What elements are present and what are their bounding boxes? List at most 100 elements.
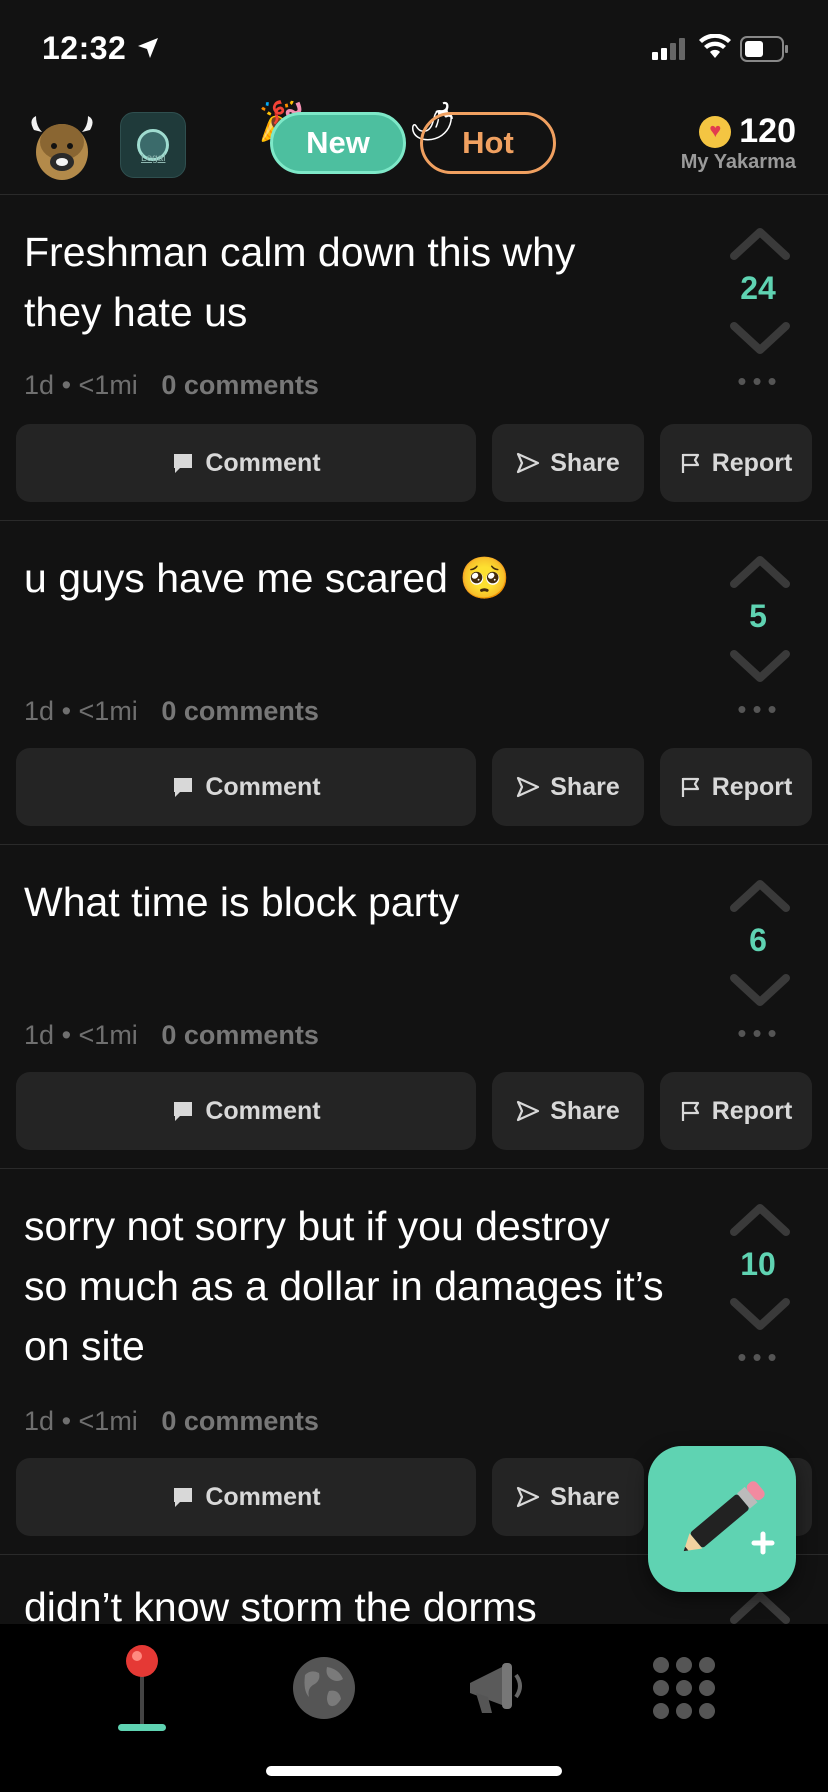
upvote-chevron-icon[interactable] [730,1588,790,1624]
meta-separator: • [61,370,72,400]
comment-button-label: Comment [205,1096,321,1125]
downvote-chevron-icon[interactable] [730,1298,790,1334]
more-options-icon[interactable]: ••• [730,694,790,725]
comment-button[interactable]: Comment [16,1458,476,1536]
report-button-label: Report [711,772,793,801]
share-button-label: Share [550,1482,620,1511]
post-meta: 1d • <1mi 0 comments [24,696,319,727]
yakarma[interactable]: ♥ 120 My Yakarma [681,112,796,174]
meta-separator: • [61,1406,72,1436]
upvote-chevron-icon[interactable] [730,552,790,588]
comment-button-label: Comment [205,1482,321,1511]
share-arrow-icon [517,1100,540,1122]
flag-icon [681,453,699,473]
comment-bubble-icon [174,1488,193,1507]
bottom-nav [0,1624,828,1792]
flag-icon [681,777,699,797]
downvote-chevron-icon[interactable] [730,650,790,686]
upvote-chevron-icon[interactable] [730,1200,790,1236]
globe-icon [293,1657,355,1719]
report-button[interactable]: Report [660,1072,812,1150]
post-comments-count[interactable]: 0 comments [161,370,319,400]
comment-button[interactable]: Comment [16,424,476,502]
comment-bubble-icon [174,454,193,473]
post[interactable]: What time is block party 6 ••• 1d • <1mi… [0,844,828,1169]
megaphone-icon [470,1663,522,1713]
post-distance: <1mi [78,370,138,400]
post-age: 1d [24,370,55,400]
share-arrow-icon [517,1486,540,1508]
post-meta: 1d • <1mi 0 comments [24,1020,319,1051]
downvote-chevron-icon[interactable] [730,322,790,358]
post-text: sorry not sorry but if you destroy so mu… [24,1203,664,1369]
post-meta: 1d • <1mi 0 comments [24,1406,319,1437]
feed-header: Legal 🎉 New 🌶 Hot ♥ 120 My Yakarma [0,100,828,195]
wifi-icon [699,34,731,58]
yakarma-label: My Yakarma [680,151,796,173]
post-comments-count[interactable]: 0 comments [161,1406,319,1436]
post-meta: 1d • <1mi 0 comments [24,370,319,401]
comment-bubble-icon [174,1102,193,1121]
post-distance: <1mi [78,696,138,726]
tab-hot[interactable]: Hot [420,112,556,174]
post[interactable]: Freshman calm down this why they hate us… [0,194,828,521]
post-age: 1d [24,696,55,726]
comment-button-label: Comment [205,772,321,801]
report-button[interactable]: Report [660,748,812,826]
comment-button[interactable]: Comment [16,748,476,826]
more-options-icon[interactable]: ••• [730,366,790,397]
post-age: 1d [24,1020,55,1050]
grid-menu-icon [653,1657,715,1719]
vote-count: 24 [740,270,776,306]
post[interactable]: u guys have me scared 🥺 5 ••• 1d • <1mi … [0,520,828,845]
vote-count: 6 [749,922,767,958]
report-button[interactable]: Report [660,424,812,502]
compose-post-button[interactable] [648,1446,796,1592]
post-distance: <1mi [78,1020,138,1050]
vote-count: 10 [740,1246,776,1282]
more-options-icon[interactable]: ••• [730,1018,790,1049]
nav-global[interactable] [274,1638,374,1738]
share-button[interactable]: Share [492,748,644,826]
cellular-signal-icon [652,38,685,60]
post-comments-count[interactable]: 0 comments [161,1020,319,1050]
status-time: 12:32 [42,30,127,66]
post-comments-count[interactable]: 0 comments [161,696,319,726]
pencil-plus-icon [683,1481,775,1555]
upvote-chevron-icon[interactable] [730,224,790,260]
nav-more[interactable] [634,1638,734,1738]
share-button[interactable]: Share [492,1458,644,1536]
location-arrow-icon [138,38,158,58]
map-pin-icon [126,1645,158,1729]
post-text: u guys have me scared 🥺 [24,555,511,601]
post-text: What time is block party [24,879,460,925]
yakarma-value: 120 [739,112,796,150]
report-button-label: Report [711,448,793,477]
status-bar: 12:32 [0,0,828,100]
meta-separator: • [61,1020,72,1050]
nav-active-indicator [118,1724,166,1731]
tab-new[interactable]: New [270,112,406,174]
yak-avatar-icon[interactable] [26,112,98,184]
share-button-label: Share [550,772,620,801]
home-indicator[interactable] [266,1766,562,1776]
comment-button[interactable]: Comment [16,1072,476,1150]
school-badge-text: Legal [141,153,166,164]
share-arrow-icon [517,776,540,798]
vote-count: 5 [749,598,767,634]
report-button-label: Report [711,1096,793,1125]
share-button[interactable]: Share [492,1072,644,1150]
upvote-chevron-icon[interactable] [730,876,790,912]
more-options-icon[interactable]: ••• [730,1342,790,1373]
share-button[interactable]: Share [492,424,644,502]
share-arrow-icon [517,452,540,474]
screen: 12:32 Legal New 🌶 Hot ♥ 120 My Yakarma F… [0,0,828,1792]
post-age: 1d [24,1406,55,1436]
school-badge[interactable]: Legal [120,112,186,178]
post-distance: <1mi [78,1406,138,1436]
nav-local[interactable] [92,1638,192,1738]
downvote-chevron-icon[interactable] [730,974,790,1010]
nav-announcements[interactable] [448,1638,548,1738]
heart-icon: ♥ [699,115,732,148]
comment-bubble-icon [174,778,193,797]
